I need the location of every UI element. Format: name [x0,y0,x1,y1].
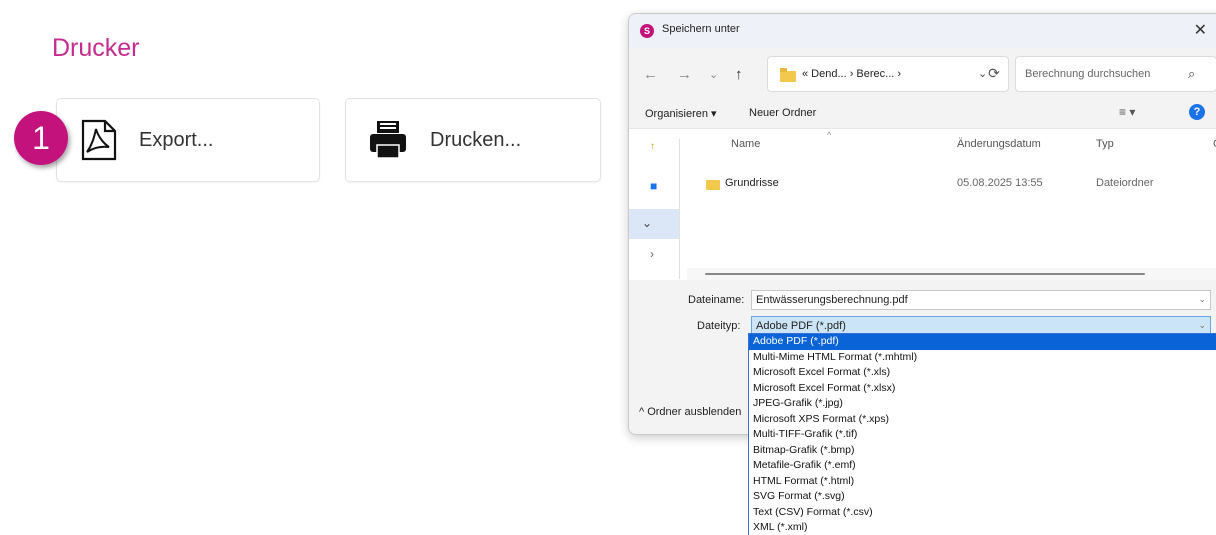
dropdown-option[interactable]: Microsoft Excel Format (*.xls) [749,365,1216,381]
filetype-value: Adobe PDF (*.pdf) [756,320,846,332]
pdf-icon [81,119,117,161]
chevron-down-icon[interactable]: ⌄ [1198,320,1206,331]
dropdown-option[interactable]: JPEG-Grafik (*.jpg) [749,396,1216,412]
chevron-down-icon[interactable]: ⌄ [1198,294,1206,305]
organize-button[interactable]: Organisieren ▾ [645,107,717,120]
quick-access-icon[interactable]: ↑ [650,141,655,152]
filetype-label: Dateityp: [697,320,741,332]
address-path: « Dend... › Berec... › [802,68,902,80]
search-icon: ⌕ [1188,66,1196,81]
export-label: Export... [139,128,214,151]
hide-folders-button[interactable]: ^ Ordner ausblenden [639,406,741,418]
page-title: Drucker [52,34,140,62]
search-placeholder: Berechnung durchsuchen [1025,68,1151,80]
print-label: Drucken... [430,128,522,151]
command-bar: Organisieren ▾ Neuer Ordner ≡ ▾ ? [629,102,1216,128]
chevron-down-icon[interactable]: ⌄ [709,68,718,81]
close-icon[interactable]: ✕ [1194,20,1207,40]
print-button[interactable]: Drucken... [345,98,601,182]
dropdown-option[interactable]: Metafile-Grafik (*.emf) [749,458,1216,474]
dropdown-option[interactable]: HTML Format (*.html) [749,474,1216,490]
folder-icon [780,68,796,82]
column-header-name[interactable]: Name [731,138,760,150]
chevron-down-icon[interactable]: ⌄ [642,216,652,230]
pane-divider[interactable] [679,139,680,279]
horizontal-scrollbar[interactable] [687,268,1216,280]
view-icon[interactable]: ≡ ▾ [1119,105,1135,119]
app-icon: S [640,24,654,38]
forward-arrow-icon[interactable]: → [677,66,692,83]
column-header-date[interactable]: Änderungsdatum [957,138,1041,150]
dropdown-option[interactable]: SVG Format (*.svg) [749,489,1216,505]
sort-caret-icon: ^ [827,130,832,140]
navigation-pane: ↑ ■ ⌄ › › [629,129,679,291]
navigation-bar: ← → ⌄ ↑ « Dend... › Berec... › ⌄ ⟳ Berec… [629,48,1216,102]
file-list-area: ↑ ■ ⌄ › › ^ Name Änderungsdatum Typ G Gr… [629,128,1216,291]
dropdown-option[interactable]: Multi-TIFF-Grafik (*.tif) [749,427,1216,443]
refresh-icon[interactable]: ⟳ [983,56,1005,90]
up-arrow-icon[interactable]: ↑ [735,66,743,83]
printer-icon [370,121,406,159]
row-name: Grundrisse [725,177,779,189]
dialog-titlebar: S Speichern unter ✕ [629,14,1216,48]
back-arrow-icon[interactable]: ← [643,66,658,83]
dropdown-option[interactable]: Microsoft Excel Format (*.xlsx) [749,381,1216,397]
dropdown-option[interactable]: Microsoft XPS Format (*.xps) [749,412,1216,428]
dropdown-option[interactable]: Text (CSV) Format (*.csv) [749,505,1216,521]
filetype-dropdown-list: Adobe PDF (*.pdf) Multi-Mime HTML Format… [748,333,1216,535]
new-folder-button[interactable]: Neuer Ordner [749,107,816,119]
dropdown-option[interactable]: XML (*.xml) [749,520,1216,535]
export-button[interactable]: Export... [56,98,320,182]
step-badge: 1 [14,111,68,165]
dropdown-option[interactable]: Bitmap-Grafik (*.bmp) [749,443,1216,459]
chevron-right-icon[interactable]: › [650,247,654,261]
dropdown-option[interactable]: Adobe PDF (*.pdf) [749,334,1216,350]
onedrive-icon[interactable]: ■ [650,179,657,193]
column-header-type[interactable]: Typ [1096,138,1114,150]
address-bar[interactable]: « Dend... › Berec... › ⌄ [767,56,1009,92]
row-type: Dateiordner [1096,177,1154,189]
scrollbar-thumb[interactable] [705,273,1145,275]
filename-value: Entwässerungsberechnung.pdf [756,294,908,306]
help-icon[interactable]: ? [1189,104,1205,120]
search-input[interactable]: Berechnung durchsuchen ⌕ [1015,56,1216,92]
nav-selected-item[interactable] [629,209,679,239]
folder-icon [706,180,720,190]
dialog-title: Speichern unter [662,23,740,35]
filename-label: Dateiname: [688,294,745,306]
row-date: 05.08.2025 13:55 [957,177,1043,189]
filename-field[interactable]: Entwässerungsberechnung.pdf ⌄ [751,290,1211,310]
dropdown-option[interactable]: Multi-Mime HTML Format (*.mhtml) [749,350,1216,366]
